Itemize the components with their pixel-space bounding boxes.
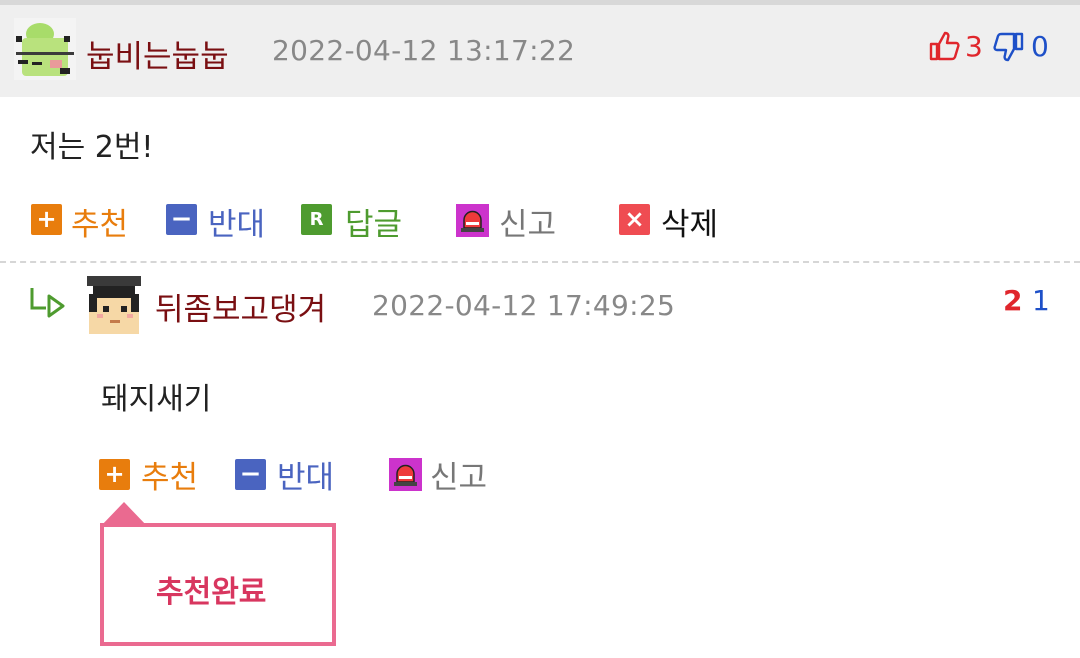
reply-label: 답글 bbox=[345, 207, 403, 243]
minus-icon: − bbox=[235, 459, 266, 490]
reply-arrow-icon bbox=[29, 286, 69, 318]
report-label: 신고 bbox=[499, 207, 557, 243]
siren-icon bbox=[456, 204, 489, 237]
recommend-label: 추천 bbox=[71, 207, 129, 243]
author-nickname[interactable]: 눕비는눕눕 bbox=[86, 31, 229, 76]
reply-body: 돼지새기 bbox=[101, 382, 212, 417]
tooltip-text: 추천완료 bbox=[156, 575, 267, 610]
plus-icon: + bbox=[99, 459, 130, 490]
reply-like-count: 2 bbox=[1003, 284, 1023, 317]
reply-author-avatar[interactable] bbox=[83, 272, 145, 334]
reply-author-nickname[interactable]: 뒤좀보고댕겨 bbox=[155, 284, 326, 329]
author-avatar[interactable] bbox=[14, 18, 76, 80]
thumbs-up-icon[interactable] bbox=[928, 30, 960, 62]
like-count: 3 bbox=[965, 30, 983, 63]
comment-body: 저는 2번! bbox=[30, 130, 154, 165]
dislike-count: 0 bbox=[1031, 30, 1049, 63]
reply-recommend-label: 추천 bbox=[141, 460, 199, 496]
oppose-label: 반대 bbox=[208, 207, 266, 243]
reply-report-label: 신고 bbox=[430, 460, 488, 496]
recommend-complete-tooltip: 추천완료 bbox=[100, 523, 336, 646]
reply-oppose-label: 반대 bbox=[277, 460, 335, 496]
thumbs-down-icon[interactable] bbox=[993, 32, 1025, 64]
delete-icon: × bbox=[619, 204, 650, 235]
minus-icon: − bbox=[166, 204, 197, 235]
delete-label: 삭제 bbox=[661, 207, 719, 243]
comment-divider bbox=[0, 261, 1080, 263]
siren-icon bbox=[389, 458, 422, 491]
reply-dislike-count: 1 bbox=[1032, 284, 1050, 317]
comment-datetime: 2022-04-12 13:17:22 bbox=[272, 34, 576, 67]
reply-icon: R bbox=[301, 204, 332, 235]
reply-datetime: 2022-04-12 17:49:25 bbox=[372, 289, 676, 322]
plus-icon: + bbox=[31, 204, 62, 235]
